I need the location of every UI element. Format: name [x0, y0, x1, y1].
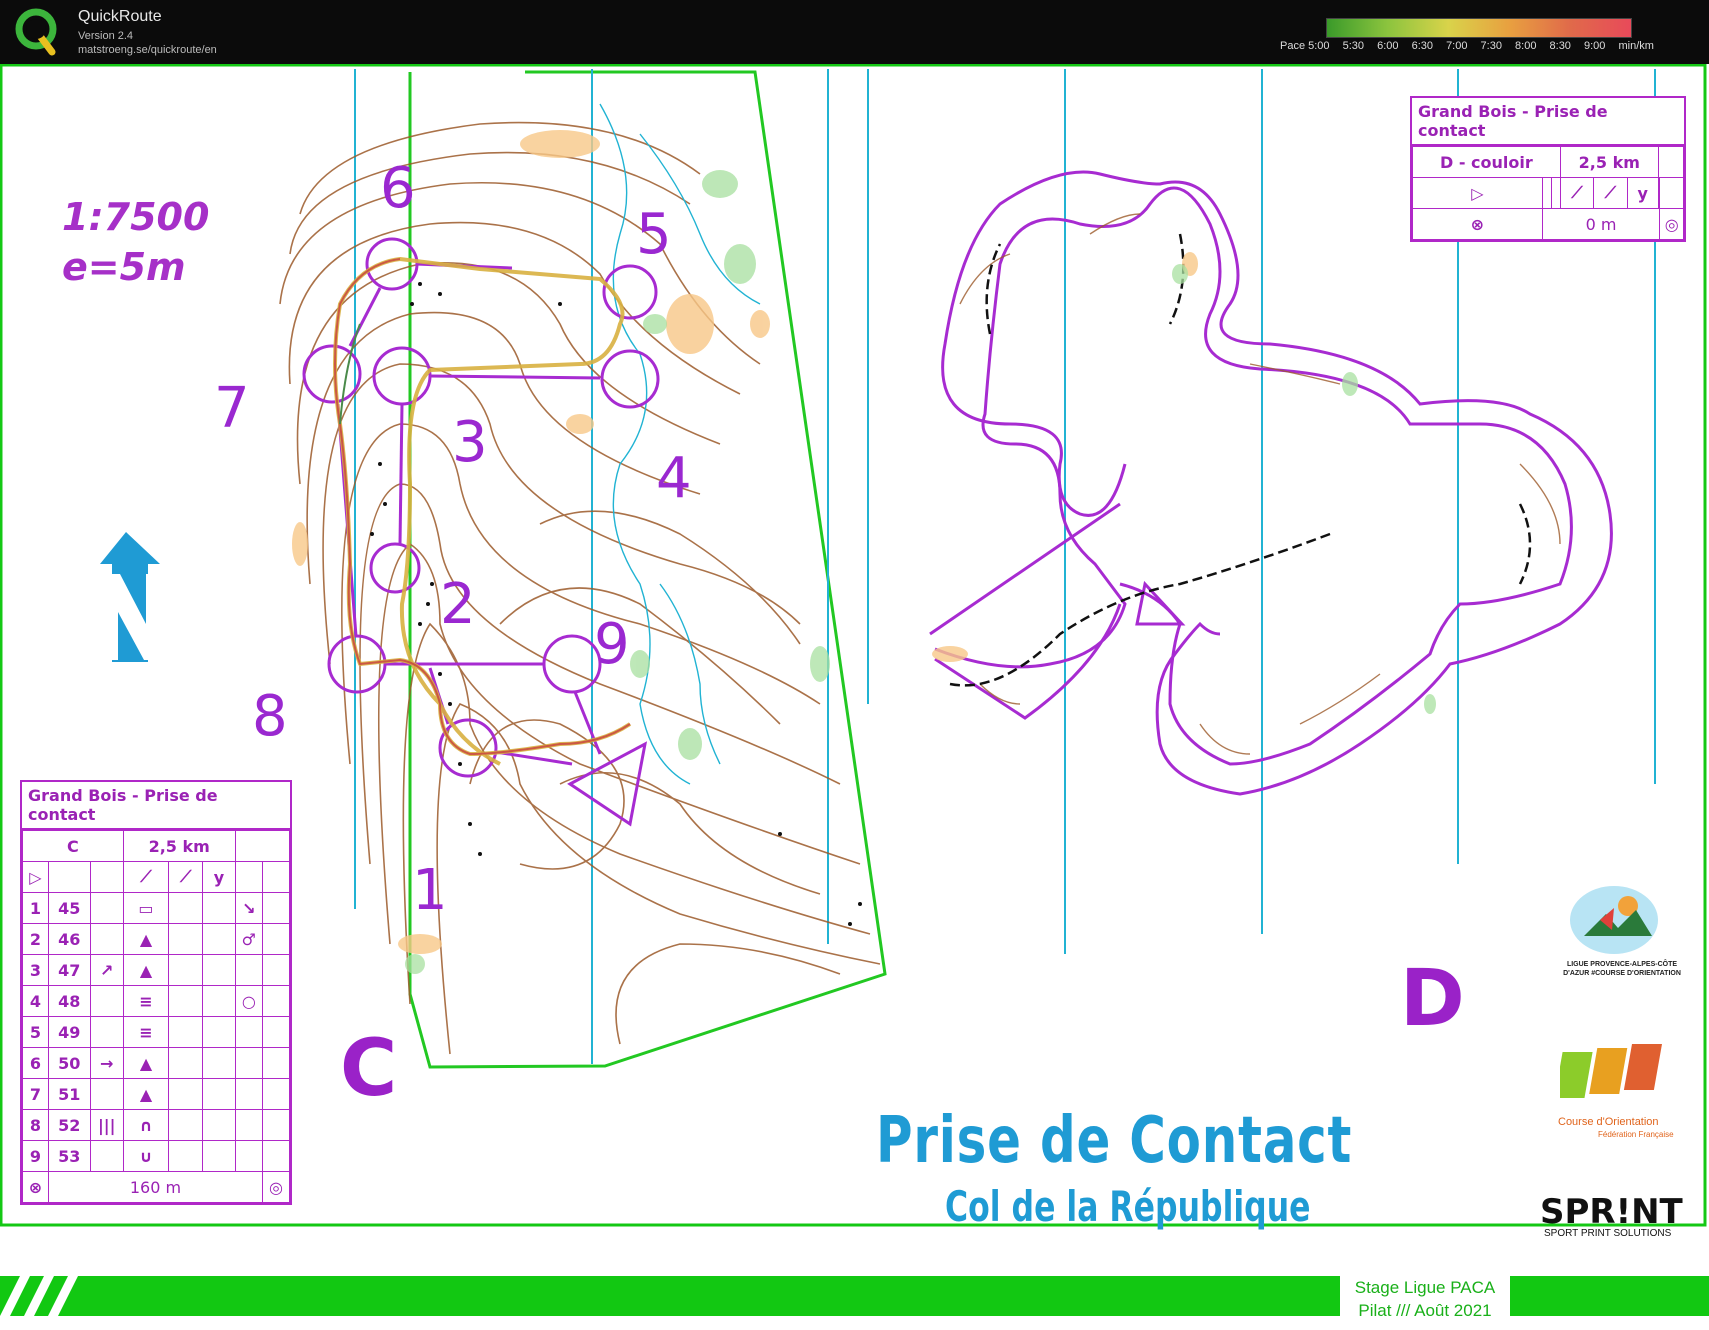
pace-label: 7:00: [1446, 40, 1468, 52]
description-row: 3 47 ↗ ▲: [22, 954, 290, 986]
map-subtitle: Col de la République: [945, 1182, 1311, 1231]
ffco-logo-icon: [1560, 1044, 1662, 1098]
control-description-d: Grand Bois - Prise de contact D - couloi…: [1410, 96, 1686, 242]
finish-circle-icon: ◎: [262, 1171, 290, 1203]
app-url[interactable]: matstroeng.se/quickroute/en: [78, 44, 217, 56]
description-row: 9 53 ∪: [22, 1140, 290, 1172]
description-title: Grand Bois - Prise de contact: [22, 782, 290, 830]
pace-label: 8:30: [1549, 40, 1571, 52]
control-number-9: 9: [594, 612, 630, 677]
control-number-5: 5: [636, 202, 672, 267]
description-row: 1 45 ▭ ↘: [22, 892, 290, 924]
pace-label: 8:00: [1515, 40, 1537, 52]
description-title: Grand Bois - Prise de contact: [1412, 98, 1684, 146]
pace-label: 6:30: [1411, 40, 1433, 52]
stage-line2: Pilat /// Août 2021: [1358, 1301, 1492, 1320]
course-d-label: D: [1400, 954, 1465, 1044]
description-row: 8 52 ||| ∩: [22, 1109, 290, 1141]
finish-icon: ⊗: [22, 1171, 49, 1203]
description-row: 5 49 ≡: [22, 1016, 290, 1048]
feature-icon: ▲: [122, 1047, 170, 1079]
description-length: 2,5 km: [1559, 146, 1659, 178]
feature-icon: ≡: [122, 1016, 170, 1048]
control-number-1: 1: [412, 858, 448, 923]
description-row: 4 48 ≡ ○: [22, 985, 290, 1017]
feature-icon: ▲: [122, 923, 170, 955]
finish-circle-icon: ◎: [1659, 208, 1684, 240]
map-contour-interval: e=5m: [62, 245, 186, 289]
control-number-3: 3: [452, 410, 488, 475]
course-c-label: C: [340, 1024, 398, 1114]
feature-icon: ▭: [122, 892, 170, 924]
ffco-text: Course d'Orientation: [1558, 1116, 1659, 1128]
map-scale-ratio: 1:7500: [62, 195, 210, 239]
control-description-c: Grand Bois - Prise de contact C 2,5 km ▷…: [20, 780, 292, 1205]
pace-label: 6:00: [1377, 40, 1399, 52]
description-class: D - couloir: [1412, 146, 1561, 178]
control-number-8: 8: [252, 684, 288, 749]
pace-label: Pace 5:00: [1280, 40, 1330, 52]
pace-label: min/km: [1618, 40, 1654, 52]
control-number-6: 6: [380, 156, 416, 221]
pace-label: 5:30: [1342, 40, 1365, 52]
orienteering-map[interactable]: 1:7500 e=5m 1 2 3 4 5 6 7 8 9 C D Prise …: [0, 64, 1709, 1330]
app-version: Version 2.4: [78, 30, 134, 42]
finish-distance: 160 m: [47, 1171, 264, 1203]
control-number-2: 2: [440, 572, 476, 637]
finish-icon: ⊗: [1412, 208, 1543, 240]
quickroute-logo-icon: [15, 8, 57, 56]
pace-label: 9:00: [1584, 40, 1606, 52]
map-title: Prise de Contact: [876, 1104, 1353, 1178]
footer-stripes-icon: [0, 1276, 78, 1316]
start-triangle-icon: ▷: [1412, 177, 1543, 209]
north-arrow-icon: [100, 532, 160, 662]
control-number-4: 4: [656, 446, 692, 511]
map-scale: 1:7500 e=5m: [62, 192, 209, 292]
pace-label: 7:30: [1480, 40, 1502, 52]
sprint-subtext: SPORT PRINT SOLUTIONS: [1544, 1228, 1672, 1239]
stage-line1: Stage Ligue PACA: [1354, 1278, 1496, 1297]
app-name: QuickRoute: [78, 8, 162, 25]
description-row: 2 46 ▲ ♂: [22, 923, 290, 955]
feature-icon: ▲: [122, 954, 170, 986]
feature-icon: ∩: [122, 1109, 170, 1141]
description-row: 6 50 → ▲: [22, 1047, 290, 1079]
description-row: 7 51 ▲: [22, 1078, 290, 1110]
start-triangle-icon: ▷: [22, 861, 49, 893]
ffco-subtext: Fédération Française: [1598, 1130, 1674, 1139]
feature-icon: ▲: [122, 1078, 170, 1110]
ligue-paca-logo-icon: [1570, 886, 1658, 954]
pace-color-scale: [1326, 18, 1632, 38]
pace-scale-labels: Pace 5:00 5:30 6:00 6:30 7:00 7:30 8:00 …: [1280, 40, 1664, 52]
ligue-paca-text: LIGUE PROVENCE-ALPES-CÔTE D'AZUR #COURSE…: [1563, 961, 1681, 977]
description-length: 2,5 km: [122, 830, 236, 862]
control-number-7: 7: [214, 376, 250, 441]
stage-info: Stage Ligue PACA Pilat /// Août 2021: [1340, 1276, 1510, 1330]
feature-icon: ∪: [122, 1140, 170, 1172]
sprint-logo: SPR!NT: [1540, 1192, 1683, 1232]
app-header: QuickRoute Version 2.4 matstroeng.se/qui…: [0, 0, 1709, 64]
feature-icon: ≡: [122, 985, 170, 1017]
finish-distance: 0 m: [1541, 208, 1661, 240]
description-class: C: [22, 830, 124, 862]
